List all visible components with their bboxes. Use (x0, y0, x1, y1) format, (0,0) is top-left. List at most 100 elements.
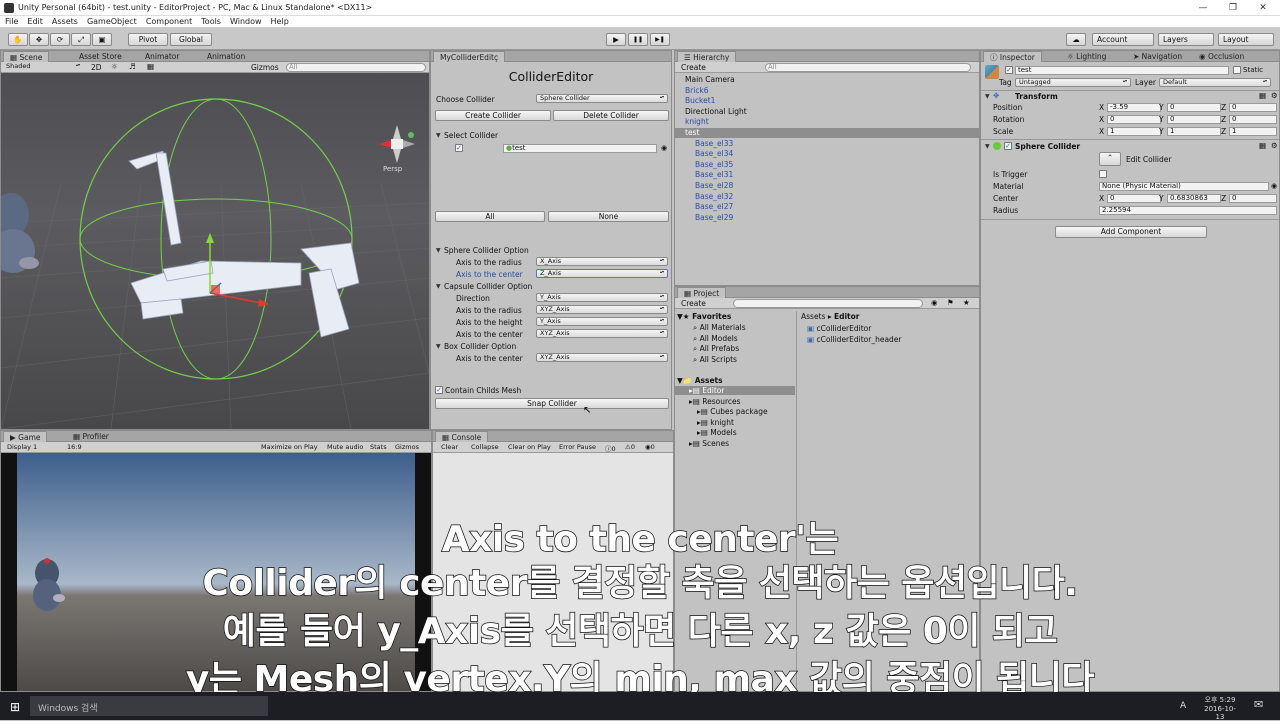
scene-viewport[interactable]: Persp (0, 73, 430, 430)
sphere-center-dropdown[interactable]: Z_Axis (536, 269, 668, 278)
display-dropdown[interactable]: Display 1 (7, 443, 37, 451)
assets-tree-item[interactable]: ▸▤ knight (675, 418, 795, 427)
static-checkbox[interactable] (1233, 66, 1241, 74)
menu-help[interactable]: Help (266, 16, 293, 26)
tab-hierarchy[interactable]: ☰ Hierarchy (677, 51, 737, 62)
object-picker-icon[interactable]: ◉ (661, 144, 667, 152)
add-component-button[interactable]: Add Component (1055, 226, 1207, 238)
choose-collider-dropdown[interactable]: Sphere Collider (536, 94, 668, 103)
console-clear-button[interactable]: Clear (441, 443, 458, 451)
menu-gameobject[interactable]: GameObject (82, 16, 141, 26)
light-toggle-icon[interactable]: ☼ (111, 62, 118, 71)
gizmos-dropdown[interactable]: Gizmos (251, 63, 279, 72)
select-all-button[interactable]: All (435, 211, 545, 222)
pause-button[interactable]: ❚❚ (628, 33, 648, 46)
hierarchy-item[interactable]: Base_el35 (675, 160, 979, 170)
filter-type-icon[interactable]: ◉ (931, 298, 938, 307)
favorite-item[interactable]: ⌕ All Models (693, 334, 738, 344)
favorite-item[interactable]: ⌕ All Scripts (693, 355, 737, 365)
sphere-collider-help-icon[interactable]: ▦ (1259, 141, 1266, 150)
layer-dropdown[interactable]: Default (1159, 78, 1271, 87)
assets-header[interactable]: ▼📁 Assets (677, 376, 723, 385)
maximize-on-play-toggle[interactable]: Maximize on Play (261, 443, 318, 451)
capsule-center-dropdown[interactable]: XYZ_Axis (536, 329, 668, 338)
favorites-header[interactable]: ▼★ Favorites (677, 312, 731, 321)
favorite-item[interactable]: ⌕ All Prefabs (693, 344, 739, 354)
tab-asset-store[interactable]: Asset Store (73, 51, 128, 62)
account-dropdown[interactable]: Account (1092, 33, 1154, 46)
hierarchy-item[interactable]: Base_el32 (675, 192, 979, 202)
menu-tools[interactable]: Tools (196, 16, 225, 26)
pivot-toggle[interactable]: Pivot (128, 33, 168, 46)
project-create-dropdown[interactable]: Create (681, 299, 706, 308)
rotation-x-field[interactable]: 0 (1107, 115, 1161, 124)
windows-start-icon[interactable]: ⊞ (10, 700, 20, 714)
console-collapse-button[interactable]: Collapse (471, 443, 499, 451)
console-clear-on-play-button[interactable]: Clear on Play (508, 443, 551, 451)
menu-edit[interactable]: Edit (22, 16, 47, 26)
tab-profiler[interactable]: ▦ Profiler (67, 431, 115, 442)
hierarchy-item[interactable]: Base_el28 (675, 181, 979, 191)
tab-scene[interactable]: ▦ Scene (3, 51, 50, 62)
layers-dropdown[interactable]: Layers (1158, 33, 1214, 46)
sphere-collider-settings-icon[interactable]: ⚙ (1271, 141, 1278, 150)
capsule-height-dropdown[interactable]: Y_Axis (536, 317, 668, 326)
menu-assets[interactable]: Assets (47, 16, 82, 26)
rotation-z-field[interactable]: 0 (1229, 115, 1277, 124)
ime-indicator[interactable]: A (1180, 701, 1186, 711)
tag-dropdown[interactable]: Untagged (1015, 78, 1131, 87)
hierarchy-create-dropdown[interactable]: Create (681, 63, 706, 72)
tab-mycollideredit[interactable]: MyColliderEditç (433, 51, 506, 62)
console-error-pause-button[interactable]: Error Pause (559, 443, 596, 451)
clock[interactable]: 오후 5:29 2016-10-13 (1200, 695, 1240, 721)
hierarchy-item[interactable]: Base_el31 (675, 170, 979, 180)
box-center-dropdown[interactable]: XYZ_Axis (536, 353, 668, 362)
tab-project[interactable]: ▦ Project (677, 287, 727, 298)
center-z-field[interactable]: 0 (1229, 194, 1277, 203)
tab-console[interactable]: ▦ Console (435, 431, 489, 442)
layout-dropdown[interactable]: Layout (1218, 33, 1274, 46)
hierarchy-item[interactable]: Base_el27 (675, 202, 979, 212)
capsule-radius-dropdown[interactable]: XYZ_Axis (536, 305, 668, 314)
project-search-input[interactable] (733, 299, 923, 308)
transform-help-icon[interactable]: ▦ (1259, 91, 1266, 100)
hierarchy-item[interactable]: Main Camera (675, 75, 979, 85)
transform-settings-icon[interactable]: ⚙ (1271, 91, 1278, 100)
edit-collider-button[interactable]: ⌃ (1099, 152, 1121, 166)
material-picker-icon[interactable]: ◉ (1271, 182, 1277, 190)
breadcrumb-assets[interactable]: Assets (801, 312, 825, 321)
scale-y-field[interactable]: 1 (1167, 127, 1221, 136)
snap-collider-button[interactable]: Snap Collider (435, 398, 669, 409)
sphere-collider-enabled-checkbox[interactable]: ✓ (1004, 142, 1012, 150)
taskbar-search-box[interactable]: Windows 검색 (30, 696, 268, 716)
tab-occlusion[interactable]: ◉ Occlusion (1193, 51, 1250, 62)
center-x-field[interactable]: 0 (1107, 194, 1161, 203)
game-gizmos-toggle[interactable]: Gizmos (395, 443, 419, 451)
hierarchy-item[interactable]: Brick6 (675, 86, 979, 96)
radius-field[interactable]: 2.25594 (1099, 206, 1277, 215)
assets-tree-item[interactable]: ▸▤ Cubes package (675, 407, 795, 416)
menu-window[interactable]: Window (225, 16, 266, 26)
scale-z-field[interactable]: 1 (1229, 127, 1277, 136)
step-button[interactable]: ▶❚ (650, 33, 670, 46)
assets-tree-item[interactable]: ▸▤ Models (675, 428, 795, 437)
filter-label-icon[interactable]: ⚑ (947, 298, 954, 307)
select-none-button[interactable]: None (548, 211, 669, 222)
hierarchy-item[interactable]: Directional Light (675, 107, 979, 117)
sphere-radius-dropdown[interactable]: X_Axis (536, 257, 668, 266)
minimize-button[interactable]: — (1188, 0, 1218, 16)
console-warning-count[interactable]: ⚠0 (625, 443, 635, 451)
transform-foldout-icon[interactable]: ▼ (985, 93, 990, 100)
maximize-button[interactable]: ❐ (1218, 0, 1248, 16)
tab-navigation[interactable]: ➤ Navigation (1127, 51, 1188, 62)
tab-animation[interactable]: Animation (201, 51, 251, 62)
selected-collider-checkbox[interactable]: ✓ (455, 144, 463, 152)
project-file-item[interactable]: ▣ cColliderEditor_header (807, 335, 902, 344)
scene-search-input[interactable]: All (286, 63, 426, 72)
favorite-star-icon[interactable]: ★ (963, 298, 970, 307)
project-file-item[interactable]: ▣ cColliderEditor (807, 324, 871, 333)
hierarchy-item[interactable]: test (675, 128, 979, 138)
tab-animator[interactable]: Animator (139, 51, 185, 62)
hierarchy-search-input[interactable]: All (765, 63, 971, 72)
assets-tree-item[interactable]: ▸▤ Scenes (675, 439, 795, 448)
